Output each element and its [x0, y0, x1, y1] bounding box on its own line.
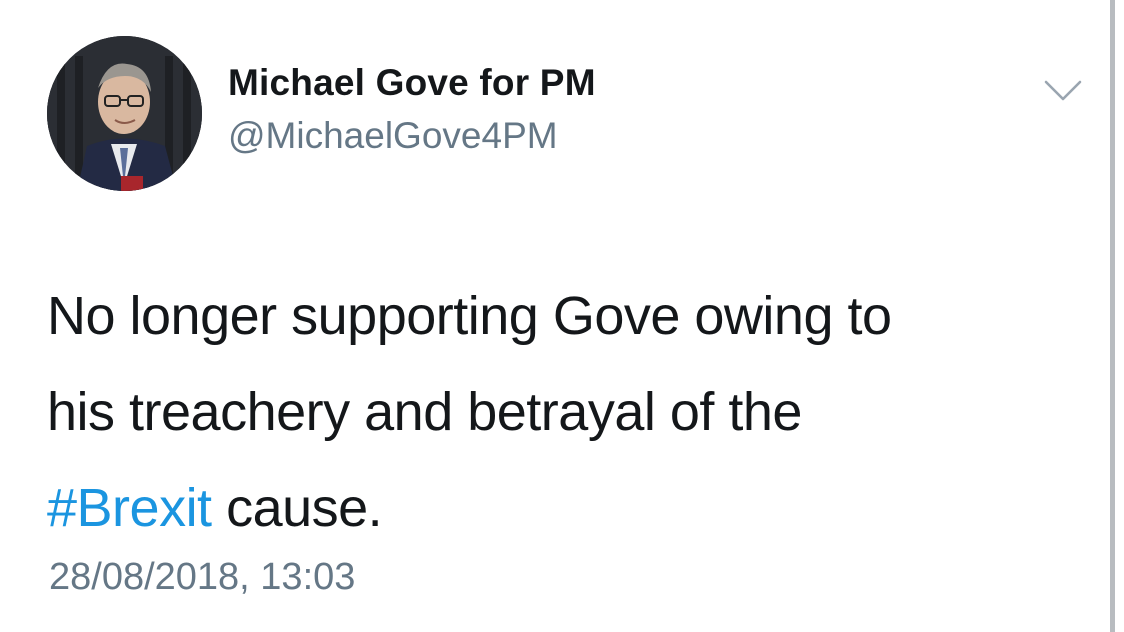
- tweet-card: Michael Gove for PM @MichaelGove4PM No l…: [0, 0, 1124, 632]
- tweet-text-line: No longer supporting Gove owing to: [47, 286, 892, 346]
- avatar[interactable]: [47, 36, 202, 191]
- avatar-photo: [47, 36, 202, 191]
- chevron-down-icon[interactable]: [1043, 78, 1083, 104]
- tweet-text-line: his treachery and betrayal of the: [47, 382, 802, 442]
- hashtag-link[interactable]: #Brexit: [47, 478, 212, 538]
- tweet-text-rest: cause.: [211, 478, 383, 538]
- tweet-text-line: #Brexit cause.: [47, 460, 1067, 556]
- display-name[interactable]: Michael Gove for PM: [228, 62, 596, 104]
- scrollbar[interactable]: [1110, 0, 1115, 632]
- timestamp[interactable]: 28/08/2018, 13:03: [49, 556, 355, 599]
- user-handle[interactable]: @MichaelGove4PM: [228, 115, 558, 157]
- tweet-text: No longer supporting Gove owing to his t…: [47, 268, 1067, 556]
